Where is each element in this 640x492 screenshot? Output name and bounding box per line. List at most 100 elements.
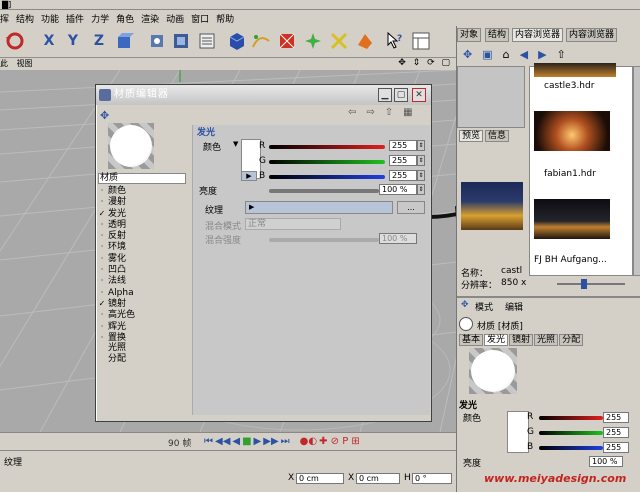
environment-icon[interactable]	[354, 30, 376, 52]
minimize-button[interactable]: ▁	[378, 88, 392, 102]
channel-checkbox[interactable]: ·	[98, 196, 106, 207]
attr-r-slider[interactable]	[539, 416, 603, 420]
channel-item[interactable]: 光照	[98, 343, 188, 354]
channel-checkbox[interactable]: ·	[98, 241, 106, 252]
file-name[interactable]: castle3.hdr	[544, 81, 594, 91]
x-axis-lock-button[interactable]: X	[38, 30, 60, 52]
help-cursor-icon[interactable]: ?	[384, 30, 406, 52]
channel-item[interactable]: · 雾化	[98, 253, 188, 264]
attr-edit-menu[interactable]: 编辑	[505, 300, 523, 313]
file-list-scrollbar[interactable]	[633, 66, 640, 276]
channel-checkbox[interactable]: ·	[98, 321, 106, 332]
b-input[interactable]: 255	[389, 170, 417, 181]
maximize-button[interactable]: ▢	[394, 88, 408, 102]
brightness-stepper[interactable]: ⇕	[417, 184, 425, 195]
browser-forward-icon[interactable]: ▶	[538, 48, 546, 61]
texture-browse-button[interactable]: ...	[397, 201, 425, 214]
attr-tab-assign[interactable]: 分配	[559, 334, 584, 346]
deformer-icon[interactable]	[328, 30, 350, 52]
array-icon[interactable]	[302, 30, 324, 52]
next-key-icon[interactable]: ▶▶	[263, 436, 278, 447]
channel-checkbox[interactable]: ·	[98, 287, 106, 298]
channel-item[interactable]: · 辉光	[98, 321, 188, 332]
channel-item[interactable]: ✓ 镜射	[98, 298, 188, 309]
attr-g-slider[interactable]	[539, 431, 603, 435]
channel-item[interactable]: · 高光色	[98, 309, 188, 320]
file-name[interactable]: FJ BH Aufgang...	[534, 255, 607, 265]
tab-preview[interactable]: 预览	[459, 130, 483, 142]
attr-tab-luminance[interactable]: 发光	[484, 334, 509, 346]
r-slider[interactable]	[269, 145, 385, 149]
channel-item[interactable]: · 颜色	[98, 185, 188, 196]
z-axis-lock-button[interactable]: Z	[88, 30, 110, 52]
channel-item[interactable]: 分配	[98, 354, 188, 365]
render-settings-icon[interactable]	[196, 30, 218, 52]
go-start-icon[interactable]: ⏮	[204, 436, 213, 447]
channel-item[interactable]: · 法线	[98, 275, 188, 286]
menu-item[interactable]: 动画	[166, 12, 184, 25]
tab-content-browser-2[interactable]: 内容浏览器	[566, 28, 618, 42]
prev-key-icon[interactable]: ◀◀	[215, 436, 230, 447]
channel-item[interactable]: · 环境	[98, 241, 188, 252]
blend-mode-select[interactable]: 正常	[245, 218, 341, 230]
attr-b-slider[interactable]	[539, 446, 603, 450]
nav-forward-icon[interactable]: ⇨	[366, 107, 374, 118]
channel-checkbox[interactable]: ·	[98, 264, 106, 275]
nav-up-icon[interactable]: ⇧	[385, 107, 393, 118]
render-region-icon[interactable]	[170, 30, 192, 52]
play-icon[interactable]: ▶	[254, 436, 262, 447]
cube-icon[interactable]	[226, 30, 248, 52]
tab-info[interactable]: 信息	[485, 130, 509, 142]
browser-tree[interactable]	[457, 66, 525, 128]
viewport-menu-view[interactable]: 视图	[17, 59, 33, 68]
viewport-nav-icons[interactable]: ✥ ⇕ ⟳ ▢	[398, 58, 452, 69]
stop-icon[interactable]: ■	[242, 436, 251, 447]
color-dropdown-icon[interactable]: ▼	[233, 140, 238, 148]
r-stepper[interactable]: ⇕	[417, 140, 425, 151]
coord-x-size-input[interactable]: 0 cm	[356, 473, 400, 484]
dialog-move-icon[interactable]: ✥	[100, 109, 109, 122]
slider-thumb[interactable]	[581, 279, 587, 289]
menu-item[interactable]: 挥	[0, 12, 9, 25]
blend-strength-input[interactable]: 100 %	[379, 233, 417, 244]
channel-checkbox[interactable]: ✓	[98, 208, 106, 219]
menu-item[interactable]: 结构	[16, 12, 34, 25]
key-icon[interactable]: ✚ ⊘ P ⊞	[319, 436, 360, 447]
attr-color-swatch[interactable]	[507, 411, 529, 453]
channel-item[interactable]: · 置换	[98, 332, 188, 343]
nav-back-icon[interactable]: ⇦	[348, 107, 356, 118]
browser-view-icon[interactable]: ▣	[482, 48, 492, 61]
nurbs-icon[interactable]	[276, 30, 298, 52]
g-input[interactable]: 255	[389, 155, 417, 166]
menu-item[interactable]: 渲染	[141, 12, 159, 25]
channel-checkbox[interactable]: ·	[98, 185, 106, 196]
channel-checkbox[interactable]: ✓	[98, 298, 106, 309]
channel-item[interactable]: · Alpha	[98, 287, 188, 298]
channel-checkbox[interactable]: ·	[98, 309, 106, 320]
attr-brightness-input[interactable]: 100 %	[589, 456, 623, 467]
render-view-icon[interactable]	[146, 30, 168, 52]
record-icon[interactable]: ●◐	[300, 436, 317, 447]
browser-back-icon[interactable]: ◀	[520, 48, 528, 61]
menu-item[interactable]: 角色	[116, 12, 134, 25]
browser-navigate-icon[interactable]: ✥	[463, 48, 472, 61]
thumbnail-size-slider[interactable]	[557, 278, 625, 290]
attr-tab-basic[interactable]: 基本	[459, 334, 484, 346]
close-button[interactable]: ✕	[412, 88, 426, 102]
material-name-field[interactable]: 材质	[98, 173, 186, 184]
blend-strength-slider[interactable]	[269, 238, 379, 242]
go-end-icon[interactable]: ⏭	[281, 436, 290, 447]
spline-icon[interactable]	[250, 30, 272, 52]
channel-checkbox[interactable]: ·	[98, 253, 106, 264]
channel-checkbox[interactable]: ·	[98, 275, 106, 286]
brightness-input[interactable]: 100 %	[379, 184, 417, 195]
channel-checkbox[interactable]: ·	[98, 219, 106, 230]
g-slider[interactable]	[269, 160, 385, 164]
file-name[interactable]: fabian1.hdr	[544, 169, 596, 179]
browser-file-list[interactable]: castle3.hdr fabian1.hdr FJ BH Aufgang...	[529, 63, 633, 276]
attr-r-input[interactable]: 255	[603, 412, 629, 423]
undo-icon[interactable]	[4, 30, 26, 52]
menu-item[interactable]: 力学	[91, 12, 109, 25]
menu-item[interactable]: 窗口	[191, 12, 209, 25]
color-picker-button[interactable]: ▶	[241, 171, 257, 181]
